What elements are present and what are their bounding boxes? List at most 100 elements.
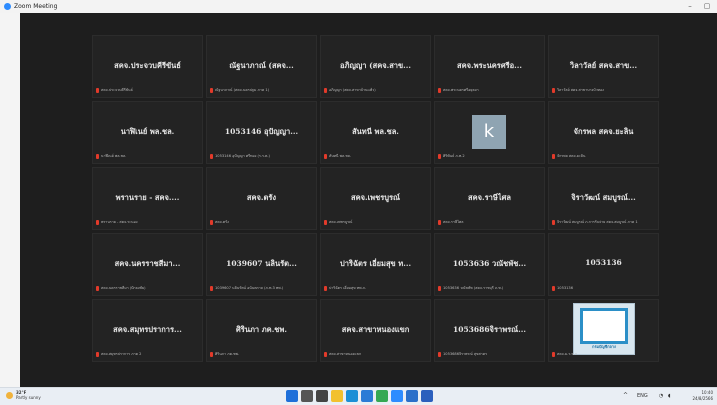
participant-tile[interactable]: 1053686จิราพรณ์... 1053686จิราพรณ์ สุขสาค… (434, 299, 545, 362)
participant-name-text: สคจ.เพชรบูรณ์ (329, 220, 353, 224)
participant-name-label: สคจ.พระนครศรีอยุธยา (438, 87, 541, 94)
mic-muted-icon (324, 352, 327, 357)
participant-tile[interactable]: ณัฐนาภาณ์ (สคจ... ณัฐนาภาณ์ (สคจ.นครปฐม ภ… (206, 35, 317, 98)
search-icon[interactable] (301, 390, 313, 402)
participant-name-label: สคจ.ม.ร.พ.ร (552, 351, 655, 358)
restore-button[interactable]: ▢ (700, 0, 714, 13)
participant-name-text: 1053686จิราพรณ์ สุขสาคร (443, 352, 488, 356)
edge-icon[interactable] (346, 390, 358, 402)
participant-name-label: สคจ.สมุทรปราการ ภาค 2 (96, 351, 199, 358)
participant-tile[interactable]: 1039607 นลินรัต... 1039607 นลินรัตน์ อนัน… (206, 233, 317, 296)
clock[interactable]: 10:40 24/8/2566 (692, 390, 713, 402)
participant-display-name: สันทนี พล.ชล. (352, 127, 399, 136)
participant-name-text: สคจ.นครราชสีมา (ปักธงชัย) (101, 286, 146, 290)
participant-name-text: อภิญญา (สคจ.สาขาบ้านแพ้ว) (329, 88, 376, 92)
chrome-icon[interactable] (376, 390, 388, 402)
participant-name-text: พรานราย - สคจ.ระนอง (101, 220, 138, 224)
participant-name-label: สันทนี พล.ชล. (324, 153, 427, 160)
avatar: k (472, 115, 506, 149)
participant-tile[interactable]: จิราวัฒน์ สมบูรณ์... จิราวัฒน์ สมบูรณ์ ภ.… (548, 167, 659, 230)
participant-tile[interactable]: สคจ.นครราชสีมา... สคจ.นครราชสีมา (ปักธงชั… (92, 233, 203, 296)
mic-muted-icon (324, 88, 327, 93)
participant-display-name: สคจ.เพชรบูรณ์ (351, 193, 400, 202)
participant-tile[interactable]: สคจ.ตรัง สคจ.ตรัง (206, 167, 317, 230)
minimize-button[interactable]: – (683, 0, 697, 13)
participant-name-text: สันทนี พล.ชล. (329, 154, 352, 158)
volume-icon[interactable]: ◖ (668, 393, 671, 399)
store-icon[interactable] (361, 390, 373, 402)
participant-display-name: จิราวัฒน์ สมบูรณ์... (571, 193, 636, 202)
participant-tile[interactable]: กรมบัญชีกลาง สคจ.ม.ร.พ.ร (548, 299, 659, 362)
participant-name-text: สคจ.พระนครศรีอยุธยา (443, 88, 479, 92)
mic-muted-icon (96, 220, 99, 225)
participant-tile[interactable]: อภิญญา (สคจ.สาข... อภิญญา (สคจ.สาขาบ้านแพ… (320, 35, 431, 98)
participant-tile[interactable]: สคจ.ประจวบคีรีขันธ์ สคจ.ประจวบคีรีขันธ์ (92, 35, 203, 98)
chevron-up-icon[interactable]: ^ (623, 393, 628, 399)
participant-name-label: สคจ.เพชรบูรณ์ (324, 219, 427, 226)
participant-name-label: พรานราย - สคจ.ระนอง (96, 219, 199, 226)
participant-name-text: สคจ.ประจวบคีรีขันธ์ (101, 88, 133, 92)
task-view-icon[interactable] (316, 390, 328, 402)
participant-name-text: ณัฐนาภาณ์ (สคจ.นครปฐม ภาค 1) (215, 88, 270, 92)
logo-frame (580, 308, 628, 344)
file-explorer-icon[interactable] (331, 390, 343, 402)
participant-name-text: สคจ.ตรัง (215, 220, 229, 224)
word-icon[interactable] (421, 390, 433, 402)
participant-display-name: จักรพล สคจ.ยะลิน (573, 127, 634, 136)
participant-name-label: 1053146 อุปัญญา ศรีทอง (ร.ร.ต.) (210, 153, 313, 160)
left-sidebar (0, 13, 20, 387)
wifi-icon[interactable]: ◔ (659, 393, 663, 399)
participant-tile[interactable]: นาฬิเนย์ พล.ชล. นาฬิเนย์ พล.ชล. (92, 101, 203, 164)
participant-display-name: พรานราย - สคจ.... (115, 193, 180, 202)
participant-display-name: สคจ.นครราชสีมา... (114, 259, 181, 268)
mic-muted-icon (438, 220, 441, 225)
participant-tile[interactable]: ปาริฉัตร เอี่ยมสุข ท... ปาริฉัตร เอี่ยมสุ… (320, 233, 431, 296)
participant-tile[interactable]: สคจ.เพชรบูรณ์ สคจ.เพชรบูรณ์ (320, 167, 431, 230)
participant-name-label: สคจ.ตรัง (210, 219, 313, 226)
participant-name-text: 1053636 วณัชพัช (สคจ.ราชบุรี ภ.ท.) (443, 286, 504, 290)
mic-muted-icon (96, 352, 99, 357)
participant-name-label: วิลาวัลย์ สคจ.สาขาบางบัวทอง (552, 87, 655, 94)
participant-name-label: จิราวัฒน์ สมบูรณ์ ภ.การรับจ่าย สคจ.สมบูร… (552, 219, 655, 226)
participant-display-name: 1053636 วณัชพัช... (452, 259, 527, 268)
participant-tile[interactable]: พรานราย - สคจ.... พรานราย - สคจ.ระนอง (92, 167, 203, 230)
windows-taskbar: 32°F Partly sunny ^ ENG ◔ ◖ 10:40 24/8/2… (0, 387, 717, 405)
participant-name-text: ศิริพันธ์ ภ.ท.2 (443, 154, 465, 158)
participant-display-name: สคจ.ประจวบคีรีขันธ์ (114, 61, 181, 70)
participant-name-label: อภิญญา (สคจ.สาขาบ้านแพ้ว) (324, 87, 427, 94)
participant-name-text: สคจ.สมุทรปราการ ภาค 2 (101, 352, 142, 356)
participant-tile[interactable]: ศิรินภา ภค.ชพ. ศิรินภา ภค.ชพ. (206, 299, 317, 362)
participant-display-name: สคจ.ตรัง (246, 193, 277, 202)
participant-display-name: ปาริฉัตร เอี่ยมสุข ท... (339, 259, 412, 268)
mic-muted-icon (324, 286, 327, 291)
participant-display-name: 1039607 นลินรัต... (226, 259, 297, 268)
participant-tile[interactable]: สคจ.พระนครศรีอ... สคจ.พระนครศรีอยุธยา (434, 35, 545, 98)
participant-display-name: ณัฐนาภาณ์ (สคจ... (229, 61, 294, 70)
weather-condition: Partly sunny (16, 395, 41, 400)
mic-muted-icon (210, 286, 213, 291)
clock-date: 24/8/2566 (692, 396, 713, 401)
participant-tile[interactable]: สคจ.สาขาหนองแขก สคจ.สาขาหนองแขก (320, 299, 431, 362)
mic-muted-icon (438, 154, 441, 159)
participant-tile[interactable]: จักรพล สคจ.ยะลิน จักรพล สคจ.ยะลิน (548, 101, 659, 164)
participant-tile[interactable]: สคจ.ราษีไศล สคจ.ราษีไศล (434, 167, 545, 230)
windows-start-icon[interactable] (286, 390, 298, 402)
system-tray: ^ ENG ◔ ◖ 10:40 24/8/2566 (623, 390, 713, 403)
participant-tile[interactable]: k ศิริพันธ์ ภ.ท.2 (434, 101, 545, 164)
participant-name-label: ปาริฉัตร เอี่ยมสุข ทพ.ภ. (324, 285, 427, 292)
participant-display-name: 1053136 (585, 258, 622, 267)
language-indicator[interactable]: ENG (637, 393, 648, 399)
participant-tile[interactable]: สคจ.สมุทรปราการ... สคจ.สมุทรปราการ ภาค 2 (92, 299, 203, 362)
participant-name-label: 1039607 นลินรัตน์ อนันตกาล (ภ.ท.3 ทพ.) (210, 285, 313, 292)
participant-tile[interactable]: วิลาวัลย์ สคจ.สาข... วิลาวัลย์ สคจ.สาขาบา… (548, 35, 659, 98)
participant-tile[interactable]: 1053636 วณัชพัช... 1053636 วณัชพัช (สคจ.ร… (434, 233, 545, 296)
mic-muted-icon (210, 352, 213, 357)
participant-name-text: ปาริฉัตร เอี่ยมสุข ทพ.ภ. (329, 286, 367, 290)
mic-muted-icon (96, 286, 99, 291)
zoom-icon[interactable] (391, 390, 403, 402)
mic-muted-icon (438, 286, 441, 291)
participant-tile[interactable]: สันทนี พล.ชล. สันทนี พล.ชล. (320, 101, 431, 164)
participant-tile[interactable]: 1053136 1053136 (548, 233, 659, 296)
outlook-icon[interactable] (406, 390, 418, 402)
participant-tile[interactable]: 1053146 อุปัญญา... 1053146 อุปัญญา ศรีทอง… (206, 101, 317, 164)
